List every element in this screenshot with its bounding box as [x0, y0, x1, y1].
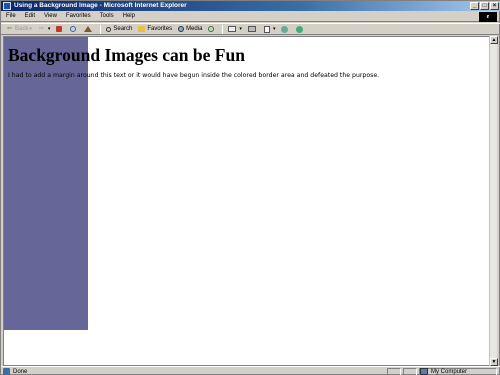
toolbar-separator	[100, 24, 102, 34]
favorites-icon	[138, 26, 146, 32]
mail-dropdown-icon[interactable]: ▾	[239, 26, 242, 32]
minimize-button[interactable]: _	[470, 2, 479, 10]
menu-view[interactable]: View	[44, 13, 57, 19]
menu-bar: File Edit View Favorites Tools Help	[1, 11, 500, 22]
search-button[interactable]: Search	[106, 26, 132, 32]
title-bar[interactable]: Using a Background Image - Microsoft Int…	[1, 1, 500, 11]
home-button[interactable]	[84, 26, 94, 32]
windows-logo-icon: e	[479, 12, 497, 22]
window-controls: _ □ ×	[470, 2, 499, 10]
standard-toolbar: ⇦ Back ▾ ⇨ ▾ Search Favorites Media ▾ ▾	[1, 23, 500, 35]
done-page-icon	[3, 368, 10, 375]
status-panel	[387, 368, 401, 375]
zone-label: My Computer	[430, 368, 467, 375]
browser-window: Using a Background Image - Microsoft Int…	[0, 0, 500, 375]
back-dropdown-icon[interactable]: ▾	[29, 26, 32, 32]
print-button[interactable]	[247, 26, 258, 32]
page-content[interactable]: Background Images can be Fun I had to ad…	[3, 36, 491, 366]
media-button[interactable]: Media	[178, 26, 202, 32]
edit-dropdown-icon[interactable]: ▾	[273, 26, 276, 32]
security-zone[interactable]: My Computer	[419, 368, 467, 375]
edit-button[interactable]: ▾	[263, 25, 276, 33]
status-message: Done	[3, 368, 27, 375]
messenger-button[interactable]	[296, 25, 305, 33]
close-button[interactable]: ×	[490, 2, 499, 10]
stop-button[interactable]	[56, 26, 64, 32]
page-paragraph: I had to add a margin around this text o…	[8, 72, 380, 79]
menu-favorites[interactable]: Favorites	[66, 13, 91, 19]
scroll-up-button[interactable]: ▲	[490, 36, 498, 44]
history-icon	[208, 26, 215, 32]
discuss-icon	[281, 25, 289, 33]
stop-icon	[56, 26, 63, 32]
history-button[interactable]	[208, 26, 216, 32]
edit-icon	[263, 25, 270, 33]
menu-edit[interactable]: Edit	[25, 13, 35, 19]
window-title: Using a Background Image - Microsoft Int…	[14, 2, 187, 9]
mail-button[interactable]: ▾	[228, 26, 242, 32]
menu-help[interactable]: Help	[123, 13, 135, 19]
status-panel	[403, 368, 417, 375]
scroll-down-button[interactable]: ▼	[490, 358, 498, 366]
page-heading: Background Images can be Fun	[8, 45, 245, 65]
status-text: Done	[13, 368, 28, 375]
media-label: Media	[186, 26, 203, 32]
favorites-button[interactable]: Favorites	[138, 26, 172, 32]
maximize-button[interactable]: □	[480, 2, 489, 10]
back-label: Back	[15, 26, 29, 32]
search-icon	[106, 26, 112, 32]
discuss-button[interactable]	[281, 25, 290, 33]
mail-icon	[228, 26, 237, 32]
background-image-band	[4, 37, 88, 330]
ie-app-icon[interactable]	[3, 2, 11, 10]
favorites-label: Favorites	[147, 26, 173, 32]
messenger-icon	[296, 25, 304, 33]
refresh-icon	[70, 26, 77, 32]
forward-button[interactable]: ⇨ ▾	[38, 26, 51, 33]
forward-arrow-icon: ⇨	[38, 25, 44, 32]
toolbar-separator	[222, 24, 224, 34]
home-icon	[84, 26, 93, 32]
search-label: Search	[113, 26, 133, 32]
forward-dropdown-icon[interactable]: ▾	[48, 26, 51, 32]
back-arrow-icon: ⇦	[6, 25, 13, 32]
media-icon	[178, 26, 185, 32]
back-button[interactable]: ⇦ Back ▾	[6, 26, 32, 33]
status-bar: Done My Computer	[1, 366, 500, 375]
menu-file[interactable]: File	[6, 13, 16, 19]
refresh-button[interactable]	[70, 26, 78, 32]
my-computer-icon	[419, 368, 428, 375]
menu-tools[interactable]: Tools	[100, 13, 114, 19]
print-icon	[247, 26, 256, 32]
vertical-scrollbar[interactable]: ▲ ▼	[489, 36, 498, 366]
